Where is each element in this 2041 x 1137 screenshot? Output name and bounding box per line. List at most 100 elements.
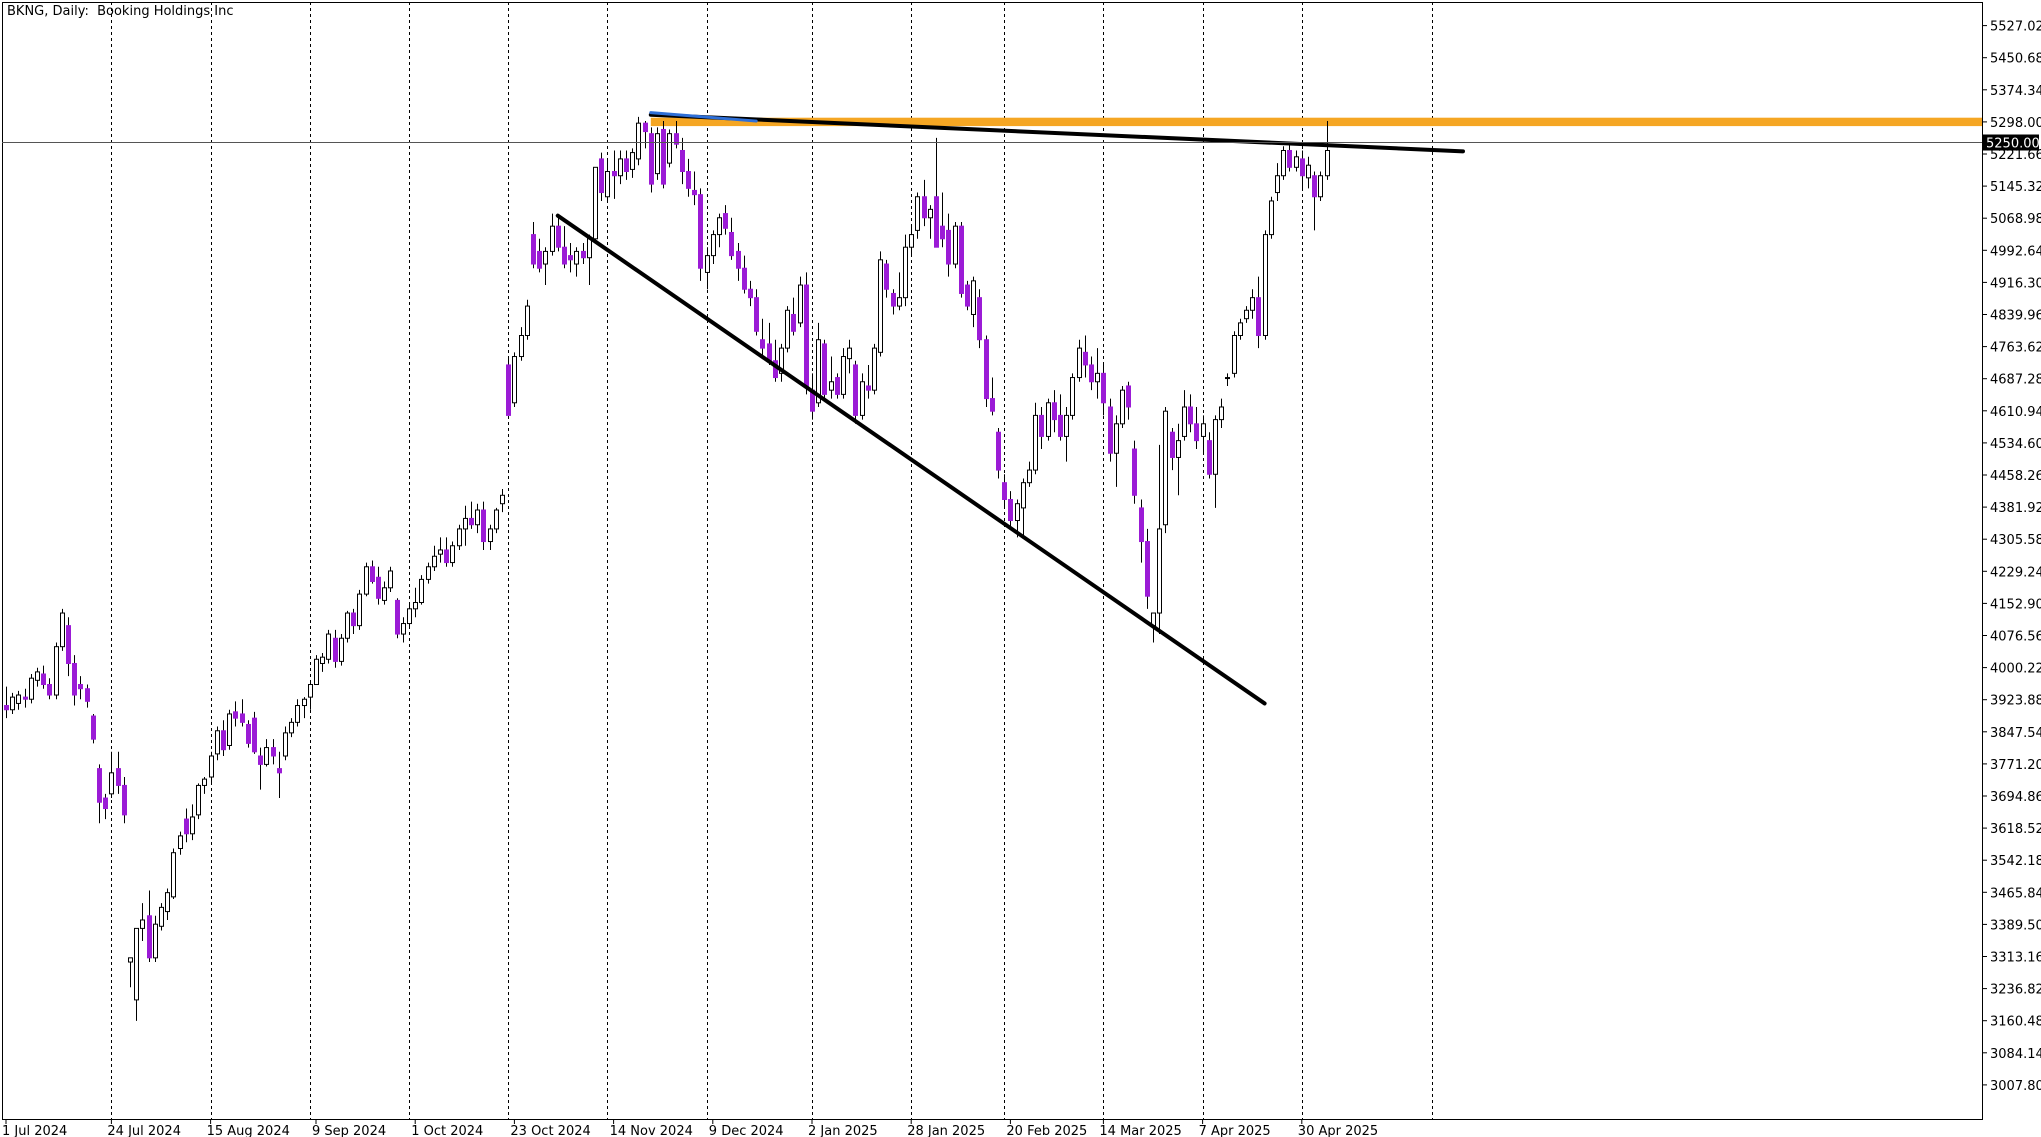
candle-body (965, 284, 970, 307)
candle (190, 804, 195, 841)
candle (1089, 356, 1094, 391)
candle-body (723, 213, 728, 229)
candle (1095, 348, 1100, 399)
candle (1002, 474, 1007, 508)
candle-body (649, 133, 654, 185)
candle-body (804, 284, 809, 387)
candle (934, 137, 939, 248)
candle (1207, 432, 1212, 479)
candle-body (128, 957, 133, 963)
support-trendline (555, 213, 1267, 706)
candle (159, 903, 164, 931)
candle (680, 137, 685, 185)
candle-body (630, 152, 635, 170)
candle (326, 629, 331, 664)
candle-body (1002, 482, 1007, 500)
candle-body (475, 509, 480, 526)
candle-body (829, 381, 834, 391)
candle-body (1139, 507, 1144, 543)
x-tick-label: 28 Jan 2025 (907, 1124, 985, 1137)
candle (264, 739, 269, 767)
candle (277, 751, 282, 799)
candle (1244, 306, 1249, 323)
candle (667, 129, 672, 168)
candle (333, 629, 338, 668)
candle (1188, 394, 1193, 433)
candle (568, 243, 573, 273)
candle-body (897, 297, 902, 307)
candle-body (302, 698, 307, 707)
candle-body (959, 225, 964, 294)
x-tick-label: 9 Dec 2024 (709, 1124, 784, 1137)
candle (940, 192, 945, 248)
candle (1294, 150, 1299, 172)
candle-body (537, 250, 542, 269)
candle-body (171, 852, 176, 898)
y-tick-label: 4152.90 (1990, 597, 2041, 612)
candle-body (903, 246, 908, 299)
candle (643, 121, 648, 149)
candle (122, 777, 127, 824)
trendlines-layer[interactable] (555, 111, 1465, 706)
candle-body (382, 587, 387, 601)
candle-body (1281, 149, 1286, 177)
y-tick-label: 5374.34 (1990, 84, 2041, 99)
y-tick-label: 3084.14 (1990, 1047, 2041, 1062)
candle (320, 652, 325, 672)
candle-body (426, 566, 431, 580)
candle (705, 247, 710, 290)
candle-body (500, 494, 505, 505)
candle-body (971, 280, 976, 315)
candle-body (109, 772, 114, 795)
candle-body (78, 684, 83, 690)
candle (302, 697, 307, 719)
candle-body (605, 171, 610, 198)
candle (153, 915, 158, 963)
candle-body (314, 658, 319, 686)
candle (4, 686, 9, 719)
candle (953, 221, 958, 269)
y-tick-label: 4458.26 (1990, 469, 2041, 484)
candle (537, 238, 542, 273)
candle-body (283, 732, 288, 757)
candle (574, 247, 579, 277)
candle-body (388, 570, 393, 589)
candle (1170, 428, 1175, 471)
candle-body (1064, 414, 1069, 437)
price-axis[interactable]: 5527.025450.685374.345298.005221.665145.… (1982, 20, 2041, 1094)
candle-body (754, 297, 759, 332)
candle-body (506, 364, 511, 416)
candle (171, 848, 176, 899)
candle-body (1318, 175, 1323, 198)
candle (1008, 491, 1013, 529)
candle (835, 373, 840, 399)
candle (698, 188, 703, 281)
candle-body (729, 231, 734, 257)
candle (351, 608, 356, 635)
candle (1287, 142, 1292, 172)
chart-window[interactable]: BKNG, Daily: Booking Holdings Inc 5527.0… (0, 0, 2041, 1137)
candle-body (1114, 423, 1119, 454)
candle-body (54, 646, 59, 696)
candle-body (463, 517, 468, 530)
candle (661, 121, 666, 189)
y-tick-label: 3313.16 (1990, 951, 2041, 966)
candle-body (791, 313, 796, 332)
candle (252, 711, 257, 754)
y-tick-label: 5298.00 (1990, 116, 2041, 131)
candle (1176, 423, 1181, 496)
candle (364, 562, 369, 597)
candle-body (1232, 335, 1237, 374)
candle (587, 234, 592, 286)
price-chart[interactable]: 5527.025450.685374.345298.005221.665145.… (0, 0, 2041, 1137)
candle (798, 276, 803, 328)
candle-body (122, 784, 127, 816)
candle-body (581, 250, 586, 259)
y-tick-label: 5450.68 (1990, 52, 2041, 67)
candle (1064, 406, 1069, 462)
candle (54, 642, 59, 700)
candle (382, 581, 387, 605)
candle (866, 364, 871, 399)
time-axis[interactable]: 1 Jul 2024 24 Jul 2024 15 Aug 2024 9 Sep 20… (2, 1119, 1378, 1137)
candle (1039, 406, 1044, 450)
